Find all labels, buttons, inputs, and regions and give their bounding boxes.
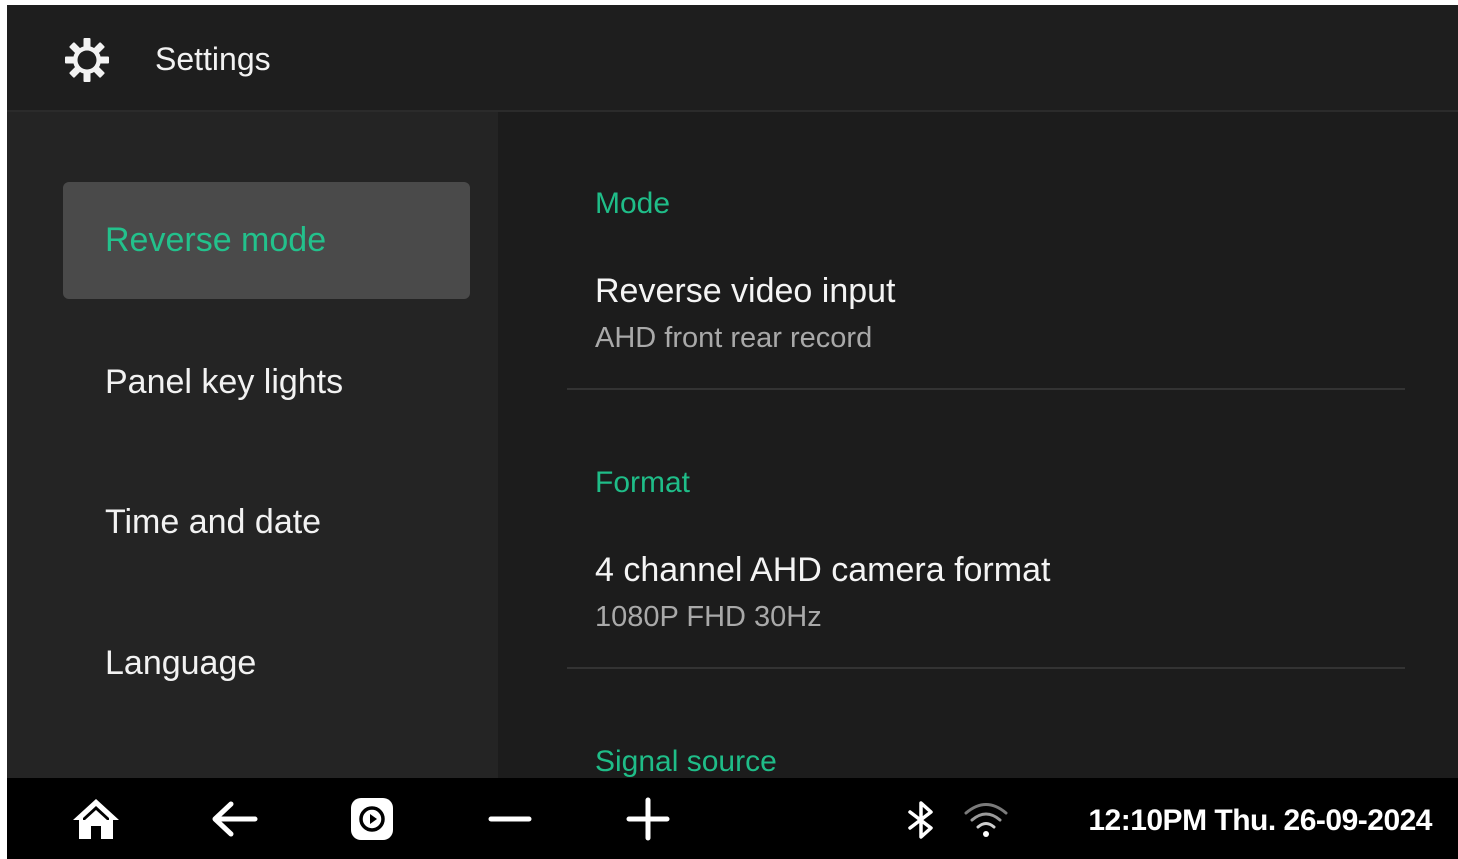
status-clock: 12:10PM Thu. 26-09-2024 <box>1088 804 1432 837</box>
setting-title: Reverse video input <box>595 272 896 310</box>
setting-value: 1080P FHD 30Hz <box>595 601 822 633</box>
divider <box>567 388 1405 390</box>
carplay-icon[interactable] <box>347 796 397 842</box>
sidebar-item-panel-key-lights[interactable]: Panel key lights <box>63 324 470 441</box>
home-icon[interactable] <box>71 796 121 842</box>
sidebar-item-language[interactable]: Language <box>63 605 470 722</box>
section-label-mode: Mode <box>595 187 671 220</box>
page-title: Settings <box>155 41 271 77</box>
settings-sidebar[interactable]: Reverse mode Panel key lights Time and d… <box>7 112 498 778</box>
setting-title: 4 channel AHD camera format <box>595 551 1051 589</box>
section-label-format: Format <box>595 466 691 499</box>
back-arrow-icon[interactable] <box>209 796 259 842</box>
bluetooth-icon <box>908 801 933 839</box>
volume-down-icon[interactable] <box>485 796 535 842</box>
divider <box>567 667 1405 669</box>
sidebar-item-label: Time and date <box>105 503 322 541</box>
settings-content[interactable]: Mode Reverse video input AHD front rear … <box>498 112 1458 778</box>
volume-up-icon[interactable] <box>623 796 673 842</box>
system-navbar: 12:10PM Thu. 26-09-2024 <box>7 778 1458 859</box>
wifi-icon <box>964 803 1008 837</box>
setting-value: AHD front rear record <box>595 322 873 354</box>
settings-screen: Settings Reverse mode Panel key lights T… <box>7 5 1458 859</box>
sidebar-item-label: Reverse mode <box>105 221 327 259</box>
sidebar-item-label: Language <box>105 644 257 682</box>
gear-icon[interactable] <box>64 37 110 83</box>
sidebar-item-reverse-mode[interactable]: Reverse mode <box>63 182 470 299</box>
sidebar-item-time-and-date[interactable]: Time and date <box>63 464 470 581</box>
sidebar-item-label: Panel key lights <box>105 363 344 401</box>
section-label-signal-source: Signal source <box>595 745 777 778</box>
app-header: Settings <box>7 5 1458 112</box>
